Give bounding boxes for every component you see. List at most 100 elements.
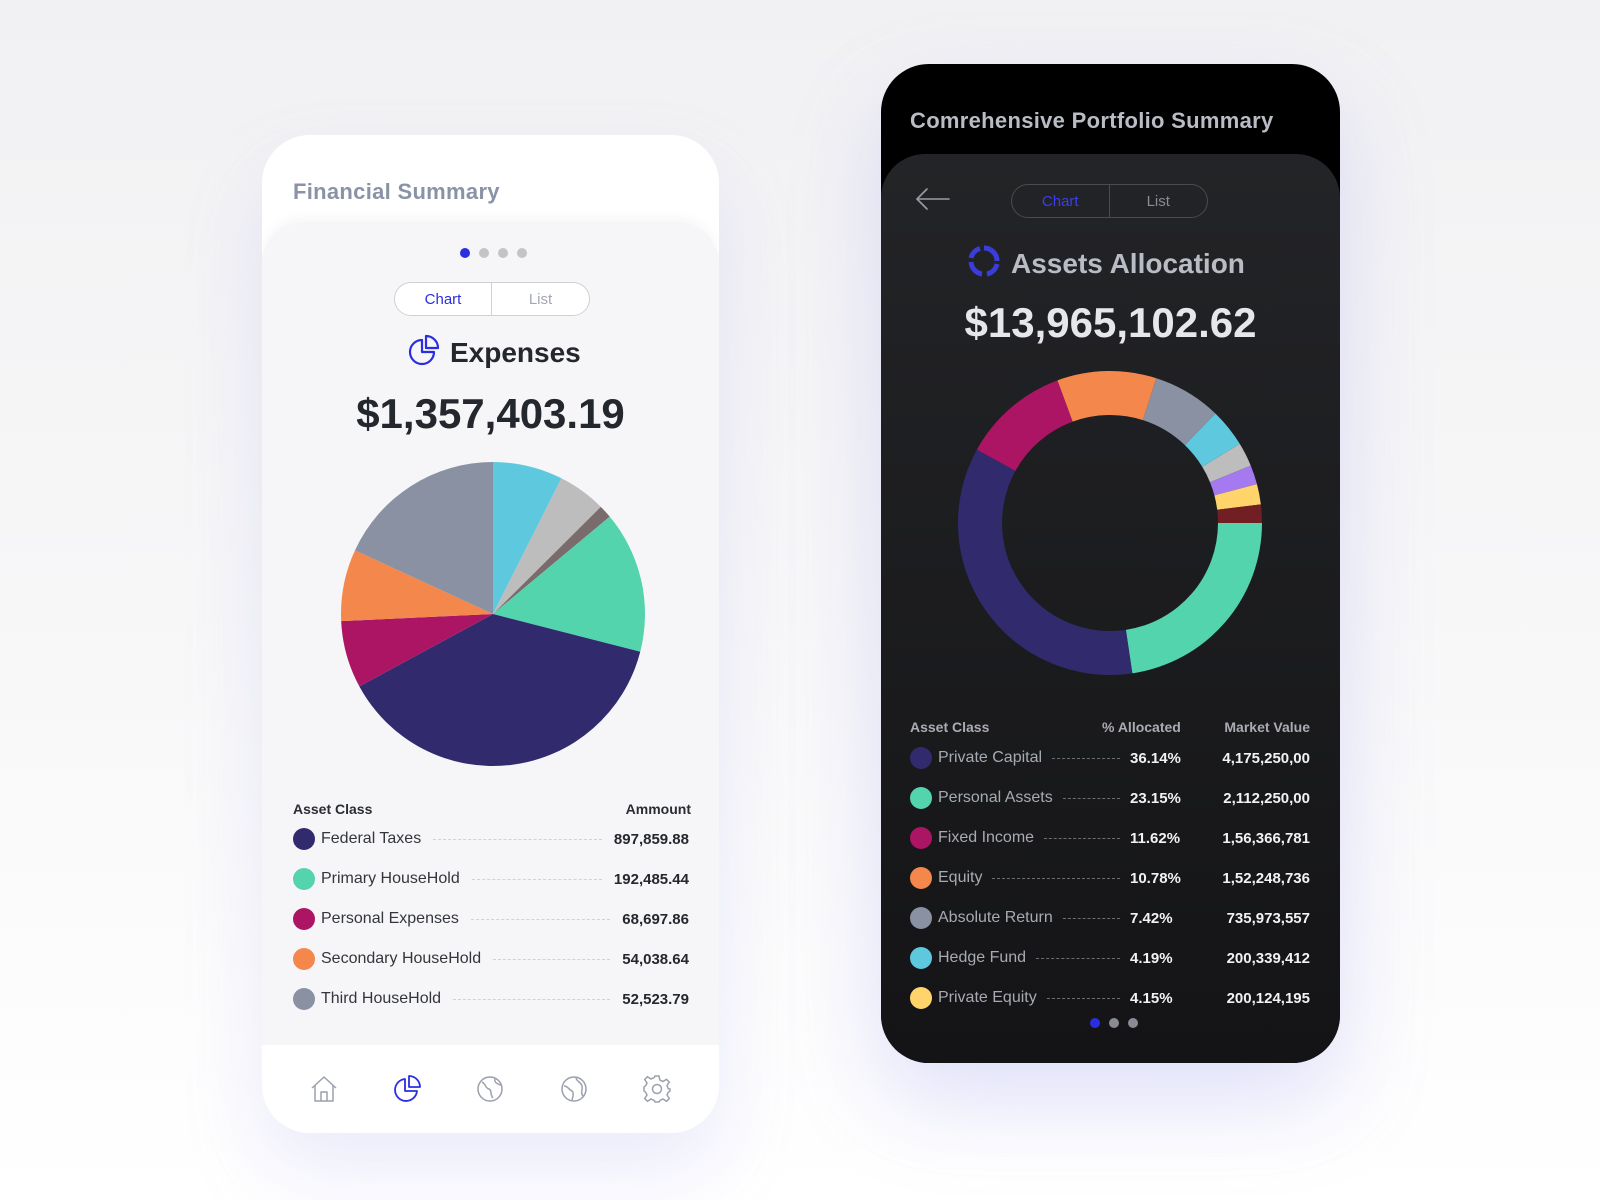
item-percent: 23.15% — [1130, 789, 1181, 807]
page-dot-1[interactable] — [460, 248, 470, 258]
portfolio-summary-screen: Comrehensive Portfolio Summary Chart Lis… — [881, 64, 1340, 1063]
legend-swatch — [910, 867, 932, 889]
legend-swatch — [910, 827, 932, 849]
dotted-leader — [1036, 957, 1120, 959]
list-toggle-button[interactable]: List — [492, 283, 589, 315]
dotted-leader — [992, 877, 1120, 879]
legend-swatch — [293, 948, 315, 970]
dotted-leader — [1046, 997, 1120, 999]
list-item[interactable]: Primary HouseHold 192,485.44 — [293, 867, 689, 891]
legend-swatch — [293, 828, 315, 850]
list-item[interactable]: Secondary HouseHold 54,038.64 — [293, 947, 689, 971]
dotted-leader — [1062, 797, 1120, 799]
total-expenses: $1,357,403.19 — [356, 390, 625, 437]
legend-swatch — [910, 987, 932, 1009]
list-item[interactable]: Personal Assets 23.15% 2,112,250,00 — [910, 786, 1310, 810]
item-market-value: 4,175,250,00 — [1222, 749, 1310, 767]
page-dot-4[interactable] — [517, 248, 527, 258]
col-header-market-value: Market Value — [1224, 719, 1310, 735]
list-item[interactable]: Fixed Income 11.62% 1,56,366,781 — [910, 826, 1310, 850]
dotted-leader — [470, 918, 611, 920]
item-label: Personal Assets — [938, 789, 1053, 806]
col-header-amount: Ammount — [625, 801, 691, 817]
item-value: 52,523.79 — [622, 990, 689, 1008]
donut-segment[interactable] — [958, 449, 1133, 675]
section-heading: Expenses — [408, 334, 581, 371]
screen-title: Comrehensive Portfolio Summary — [910, 108, 1274, 133]
legend-swatch — [910, 907, 932, 929]
item-market-value: 200,124,195 — [1226, 989, 1310, 1007]
section-title: Expenses — [450, 336, 581, 368]
page-dot-2[interactable] — [1109, 1018, 1119, 1028]
dotted-leader — [1062, 917, 1120, 919]
screen-title: Financial Summary — [293, 179, 500, 204]
item-market-value: 1,52,248,736 — [1222, 869, 1310, 887]
item-percent: 4.15% — [1130, 989, 1173, 1007]
financial-summary-screen: Financial Summary Chart List Expenses $1… — [262, 135, 719, 1133]
item-percent: 10.78% — [1130, 869, 1181, 887]
col-header-asset-class: Asset Class — [910, 719, 990, 735]
page-indicator[interactable] — [1090, 1018, 1138, 1028]
gear-icon[interactable] — [640, 1072, 674, 1106]
list-toggle-button[interactable]: List — [1110, 185, 1208, 217]
allocation-card: Chart List Assets Allocation $13,965,102… — [881, 154, 1340, 1063]
legend-swatch — [910, 787, 932, 809]
dotted-leader — [493, 958, 611, 960]
globe-alt-icon[interactable] — [557, 1072, 591, 1106]
legend-swatch — [293, 988, 315, 1010]
item-value: 68,697.86 — [622, 910, 689, 928]
col-header-pct-allocated: % Allocated — [1102, 719, 1181, 735]
page-dot-3[interactable] — [498, 248, 508, 258]
list-item[interactable]: Personal Expenses 68,697.86 — [293, 907, 689, 931]
page-dot-1[interactable] — [1090, 1018, 1100, 1028]
legend-swatch — [910, 947, 932, 969]
arrow-left-icon[interactable] — [915, 187, 951, 216]
expenses-pie-chart — [341, 462, 645, 766]
total-assets: $13,965,102.62 — [964, 299, 1257, 346]
section-title: Assets Allocation — [1011, 247, 1245, 279]
item-label: Fixed Income — [938, 829, 1035, 846]
item-label: Private Capital — [938, 749, 1043, 766]
list-item[interactable]: Absolute Return 7.42% 735,973,557 — [910, 906, 1310, 930]
globe-icon[interactable] — [473, 1072, 507, 1106]
item-label: Personal Expenses — [321, 910, 459, 927]
chart-toggle-button[interactable]: Chart — [395, 283, 492, 315]
item-percent: 11.62% — [1130, 829, 1181, 847]
list-item[interactable]: Hedge Fund 4.19% 200,339,412 — [910, 946, 1310, 970]
assets-donut-chart — [958, 371, 1262, 675]
pie-chart-icon — [408, 334, 440, 371]
item-label: Primary HouseHold — [321, 870, 460, 887]
list-item[interactable]: Third HouseHold 52,523.79 — [293, 987, 689, 1011]
item-market-value: 1,56,366,781 — [1222, 829, 1310, 847]
page-dot-2[interactable] — [479, 248, 489, 258]
view-toggle: Chart List — [394, 282, 590, 316]
bottom-tab-bar — [262, 1045, 719, 1133]
list-item[interactable]: Private Equity 4.15% 200,124,195 — [910, 986, 1310, 1010]
item-value: 54,038.64 — [622, 950, 689, 968]
home-icon[interactable] — [307, 1072, 341, 1106]
donut-segment[interactable] — [1125, 523, 1262, 674]
legend-swatch — [910, 747, 932, 769]
item-label: Absolute Return — [938, 909, 1053, 926]
list-item[interactable]: Federal Taxes 897,859.88 — [293, 827, 689, 851]
donut-segment[interactable] — [1057, 371, 1157, 422]
col-header-asset-class: Asset Class — [293, 801, 373, 817]
item-label: Equity — [938, 869, 983, 886]
item-label: Hedge Fund — [938, 949, 1027, 966]
chart-toggle-button[interactable]: Chart — [1012, 185, 1110, 217]
item-percent: 7.42% — [1130, 909, 1173, 927]
legend-swatch — [293, 908, 315, 930]
donut-segment[interactable] — [976, 380, 1073, 471]
dotted-leader — [433, 838, 602, 840]
page-dot-3[interactable] — [1128, 1018, 1138, 1028]
item-market-value: 735,973,557 — [1226, 909, 1310, 927]
list-item[interactable]: Private Capital 36.14% 4,175,250,00 — [910, 746, 1310, 770]
list-item[interactable]: Equity 10.78% 1,52,248,736 — [910, 866, 1310, 890]
page-indicator[interactable] — [460, 248, 527, 258]
item-value: 192,485.44 — [613, 870, 689, 888]
item-label: Secondary HouseHold — [321, 950, 482, 967]
pie-chart-icon[interactable] — [390, 1072, 424, 1106]
item-market-value: 2,112,250,00 — [1223, 789, 1310, 807]
dotted-leader — [471, 878, 602, 880]
item-percent: 4.19% — [1130, 949, 1173, 967]
